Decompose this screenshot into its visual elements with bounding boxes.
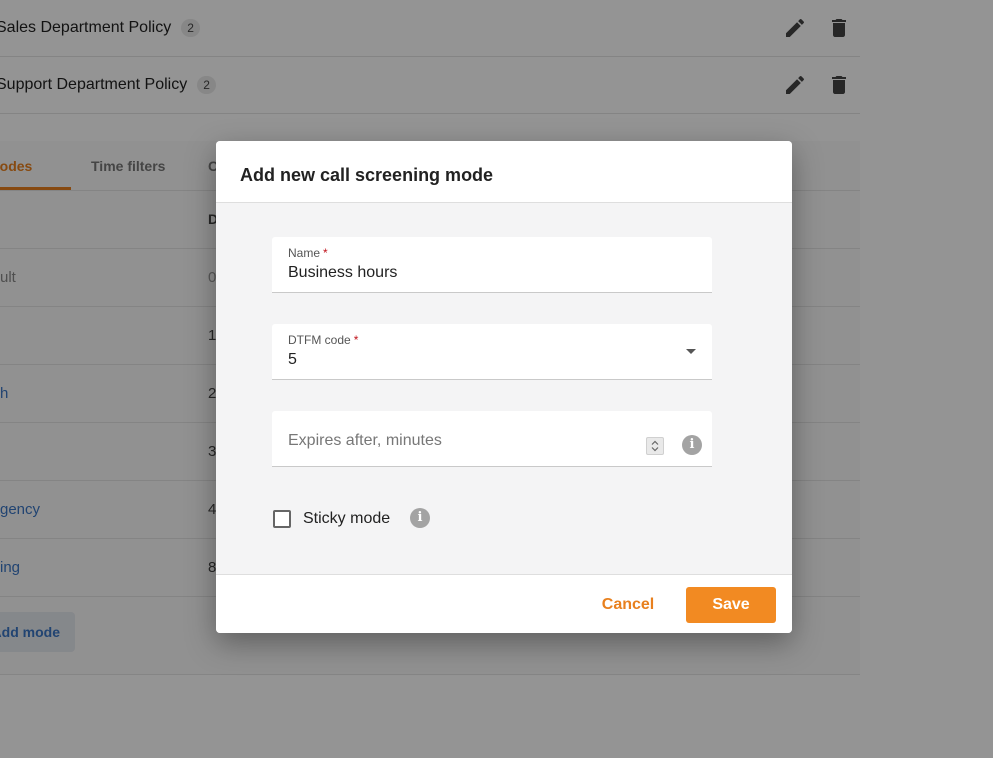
- dialog-header: Add new call screening mode: [216, 141, 792, 203]
- dialog-title: Add new call screening mode: [240, 165, 494, 185]
- required-asterisk: *: [353, 333, 359, 347]
- add-mode-dialog: Add new call screening mode Name * Busine…: [216, 141, 792, 633]
- name-label: Name *: [288, 246, 328, 260]
- dtfm-code-select[interactable]: DTFM code * 5: [272, 324, 712, 380]
- sticky-mode-checkbox[interactable]: [273, 510, 291, 528]
- dtfm-label: DTFM code *: [288, 333, 359, 347]
- name-input[interactable]: Business hours: [288, 264, 397, 282]
- dtfm-value: 5: [288, 351, 297, 368]
- info-icon[interactable]: i: [682, 435, 702, 455]
- required-asterisk: *: [323, 246, 328, 260]
- sticky-mode-label[interactable]: Sticky mode: [303, 510, 390, 528]
- dialog-footer: Cancel Save: [216, 574, 792, 633]
- expires-input[interactable]: Expires after, minutes: [288, 432, 442, 450]
- dropdown-caret-icon[interactable]: [686, 349, 696, 354]
- cancel-button[interactable]: Cancel: [588, 587, 668, 623]
- name-field[interactable]: Name * Business hours: [272, 237, 712, 293]
- info-icon[interactable]: i: [410, 508, 430, 528]
- save-button[interactable]: Save: [686, 587, 776, 623]
- number-spinner-icon[interactable]: [646, 437, 664, 455]
- expires-field[interactable]: Expires after, minutes i: [272, 411, 712, 467]
